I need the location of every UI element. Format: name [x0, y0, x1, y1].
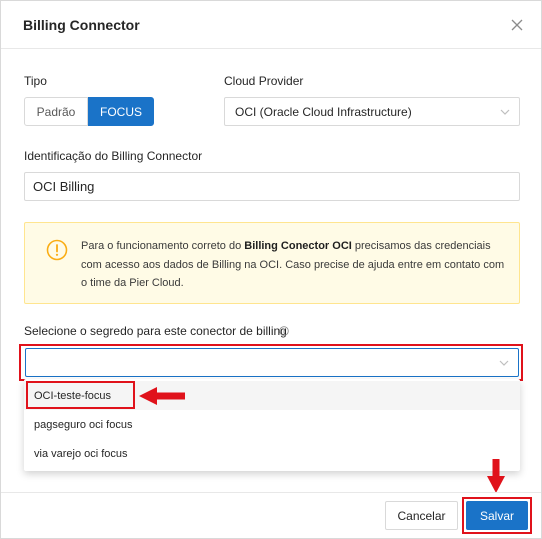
secret-select[interactable]	[25, 348, 519, 377]
tipo-label: Tipo	[24, 74, 47, 88]
cloud-provider-select[interactable]: OCI (Oracle Cloud Infrastructure)	[224, 97, 520, 126]
info-icon[interactable]	[279, 326, 289, 336]
close-icon[interactable]	[507, 15, 527, 35]
secret-dropdown: OCI-teste-focus pagseguro oci focus via …	[24, 379, 520, 471]
modal-footer-divider	[1, 492, 541, 493]
chevron-down-icon	[499, 360, 509, 366]
modal-title: Billing Connector	[23, 17, 140, 33]
secret-label: Selecione o segredo para este conector d…	[24, 324, 287, 338]
secret-option[interactable]: via varejo oci focus	[24, 439, 520, 468]
identificacao-label: Identificação do Billing Connector	[24, 149, 203, 163]
secret-option[interactable]: pagseguro oci focus	[24, 410, 520, 439]
tipo-segmented-control: Padrão FOCUS	[24, 97, 154, 126]
arrow-down-icon	[487, 459, 505, 493]
chevron-down-icon	[500, 109, 510, 115]
save-button[interactable]: Salvar	[466, 501, 528, 530]
identificacao-value: OCI Billing	[33, 179, 95, 194]
cloud-provider-label: Cloud Provider	[224, 74, 304, 88]
cancel-button[interactable]: Cancelar	[385, 501, 458, 530]
arrow-left-icon	[139, 387, 185, 405]
billing-connector-modal: Billing Connector Tipo Padrão FOCUS Clou…	[0, 0, 542, 539]
tipo-option-focus[interactable]: FOCUS	[88, 97, 154, 126]
cloud-provider-value: OCI (Oracle Cloud Infrastructure)	[235, 104, 412, 119]
identificacao-input[interactable]: OCI Billing	[24, 172, 520, 201]
modal-header: Billing Connector	[1, 1, 541, 49]
alert-message: Para o funcionamento correto do Billing …	[81, 240, 505, 289]
tipo-option-padrao[interactable]: Padrão	[24, 97, 88, 126]
secret-option[interactable]: OCI-teste-focus	[24, 381, 520, 410]
warning-icon	[46, 239, 68, 261]
warning-alert: Para o funcionamento correto do Billing …	[24, 222, 520, 304]
